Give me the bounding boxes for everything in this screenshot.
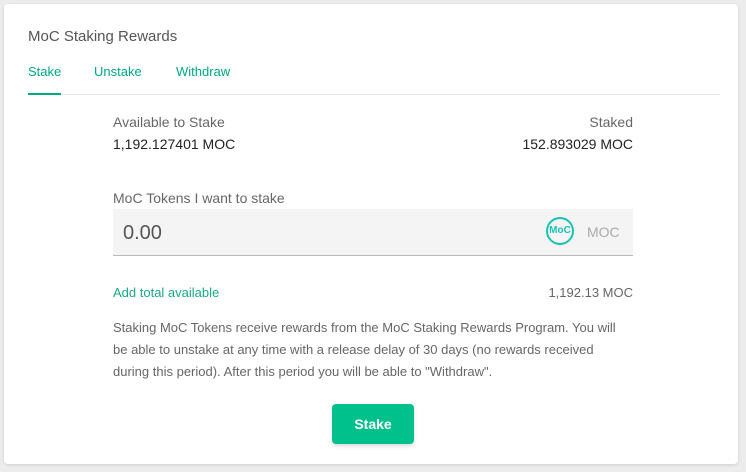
moc-token-icon: MoC (546, 217, 574, 245)
tab-withdraw[interactable]: Withdraw (176, 64, 230, 93)
staking-description: Staking MoC Tokens receive rewards from … (113, 320, 616, 379)
input-unit-label: MOC (587, 224, 620, 240)
stake-button[interactable]: Stake (332, 404, 414, 444)
total-available-balance: 1,192.13 MOC (548, 285, 633, 300)
staked-value: 152.893029 MOC (522, 136, 633, 152)
available-unit: MOC (202, 136, 236, 152)
staked-label: Staked (589, 114, 633, 130)
staking-card: MoC Staking Rewards Stake Unstake Withdr… (4, 4, 738, 464)
stake-amount-input[interactable] (113, 209, 505, 257)
staked-amount: 152.893029 (522, 136, 597, 152)
stake-input-label: MoC Tokens I want to stake (113, 190, 285, 206)
staked-unit: MOC (600, 136, 633, 152)
available-amount: 1,192.127401 (113, 136, 199, 152)
add-total-available-link[interactable]: Add total available (113, 285, 219, 300)
available-value: 1,192.127401 MOC (113, 136, 235, 152)
tab-unstake[interactable]: Unstake (94, 64, 142, 93)
stake-input-field[interactable]: MoC MOC (113, 209, 633, 257)
tab-bar: Stake Unstake Withdraw (28, 64, 720, 95)
tab-stake[interactable]: Stake (28, 64, 62, 95)
card-title: MoC Staking Rewards (28, 28, 178, 45)
available-label: Available to Stake (113, 114, 225, 130)
